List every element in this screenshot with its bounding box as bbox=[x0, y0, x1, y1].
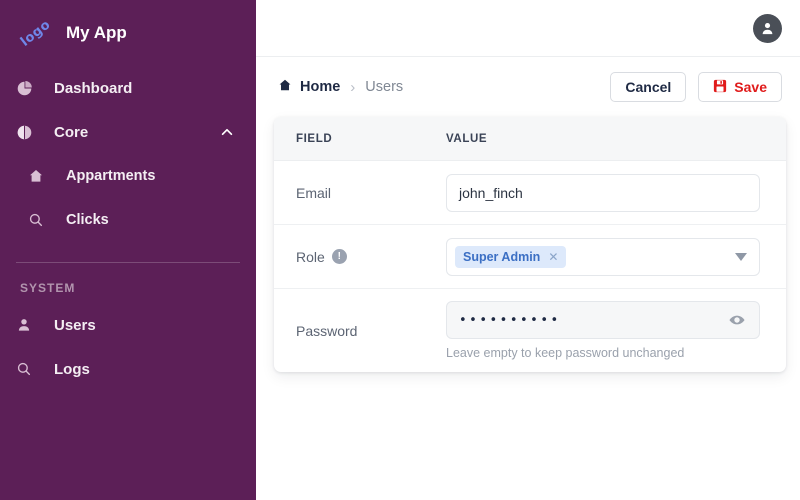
logo-icon: logo bbox=[16, 16, 56, 50]
breadcrumb-home[interactable]: Home bbox=[278, 78, 340, 96]
sidebar-section-label: SYSTEM bbox=[20, 281, 76, 295]
sidebar-item-users[interactable]: Users bbox=[0, 303, 256, 347]
password-field-value: •••••••••• bbox=[459, 312, 561, 328]
home-icon bbox=[278, 78, 292, 96]
role-chip-label: Super Admin bbox=[463, 249, 541, 264]
sidebar-item-appartments[interactable]: Appartments bbox=[0, 154, 256, 198]
fields-card: FIELD VALUE Email john_finch Role ! Supe… bbox=[274, 117, 786, 372]
sidebar-item-label: Dashboard bbox=[54, 79, 133, 97]
password-field[interactable]: •••••••••• bbox=[446, 301, 760, 339]
eye-icon[interactable] bbox=[727, 310, 747, 330]
pie-chart-icon bbox=[16, 80, 46, 97]
role-select[interactable]: Super Admin ✕ bbox=[446, 237, 760, 276]
field-label: Role bbox=[296, 248, 325, 265]
table-row: Role ! Super Admin ✕ bbox=[274, 225, 786, 289]
search-icon bbox=[28, 212, 58, 228]
close-icon[interactable]: ✕ bbox=[548, 250, 558, 264]
caret-down-icon[interactable] bbox=[735, 252, 747, 261]
save-floppy-icon bbox=[713, 79, 727, 96]
info-icon[interactable]: ! bbox=[331, 249, 347, 264]
card-wrapper: FIELD VALUE Email john_finch Role ! Supe… bbox=[256, 117, 800, 372]
chevron-up-icon[interactable] bbox=[220, 125, 234, 139]
column-header-field: FIELD bbox=[296, 132, 333, 145]
breadcrumb-home-label: Home bbox=[300, 79, 341, 95]
sidebar-item-logs[interactable]: Logs bbox=[0, 347, 256, 391]
save-button[interactable]: Save bbox=[698, 72, 782, 102]
sidebar-item-label: Core bbox=[54, 123, 89, 141]
column-header-value: VALUE bbox=[446, 132, 488, 145]
user-icon bbox=[16, 317, 46, 333]
breadcrumb-separator: › bbox=[350, 78, 356, 96]
email-field-value: john_finch bbox=[459, 184, 523, 201]
sidebar-item-core[interactable]: Core bbox=[0, 110, 256, 154]
field-label: Email bbox=[296, 184, 332, 201]
topbar bbox=[256, 0, 800, 57]
sidebar-item-label: Users bbox=[54, 316, 96, 334]
sidebar-item-dashboard[interactable]: Dashboard bbox=[0, 66, 256, 110]
app-title: My App bbox=[66, 23, 127, 42]
field-name-cell: Password bbox=[274, 289, 446, 372]
sidebar-item-label: Logs bbox=[54, 360, 90, 378]
table-row: Password •••••••••• Leave empty to keep … bbox=[274, 289, 786, 372]
field-label: Password bbox=[296, 322, 358, 339]
breadcrumb-bar: Home › Users Cancel Save bbox=[256, 57, 800, 117]
sidebar-item-clicks[interactable]: Clicks bbox=[0, 198, 256, 242]
save-button-label: Save bbox=[734, 79, 767, 95]
logo-text: logo bbox=[18, 16, 54, 50]
brand[interactable]: logo My App bbox=[0, 0, 256, 66]
sidebar-item-label: Appartments bbox=[66, 168, 156, 184]
password-hint: Leave empty to keep password unchanged bbox=[446, 346, 685, 360]
role-chip[interactable]: Super Admin ✕ bbox=[455, 245, 567, 268]
cancel-button-label: Cancel bbox=[625, 79, 672, 95]
breadcrumb-current[interactable]: Users bbox=[365, 79, 403, 95]
home-icon bbox=[28, 168, 58, 184]
field-value-cell: Super Admin ✕ bbox=[446, 225, 786, 288]
cancel-button[interactable]: Cancel bbox=[610, 72, 687, 102]
main-content: Home › Users Cancel Save FIELD VALUE Ema… bbox=[256, 0, 800, 500]
search-icon bbox=[16, 361, 46, 377]
app-root: logo My App Dashboard Core Appartments C… bbox=[0, 0, 800, 500]
field-name-cell: Email bbox=[274, 161, 446, 224]
sidebar: logo My App Dashboard Core Appartments C… bbox=[0, 0, 256, 500]
avatar[interactable] bbox=[753, 13, 782, 43]
table-header: FIELD VALUE bbox=[274, 117, 786, 161]
table-row: Email john_finch bbox=[274, 161, 786, 225]
half-circle-icon bbox=[16, 124, 46, 141]
field-value-cell: john_finch bbox=[446, 161, 786, 224]
field-value-cell: •••••••••• Leave empty to keep password … bbox=[446, 289, 786, 372]
breadcrumb: Home › Users bbox=[278, 78, 403, 96]
user-avatar-icon bbox=[762, 22, 773, 34]
field-name-cell: Role ! bbox=[274, 225, 446, 288]
sidebar-item-label: Clicks bbox=[66, 212, 109, 228]
action-buttons: Cancel Save bbox=[610, 72, 782, 102]
email-field[interactable]: john_finch bbox=[446, 173, 760, 212]
